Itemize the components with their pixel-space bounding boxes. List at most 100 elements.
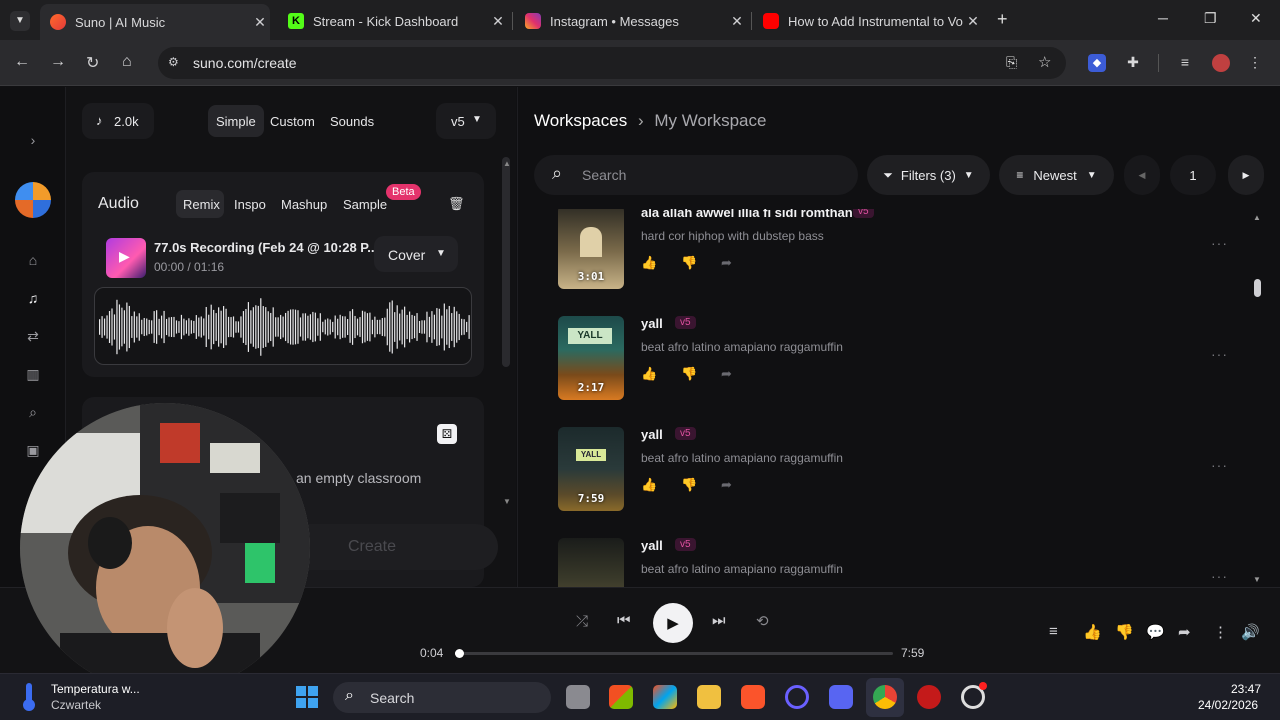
previous-track-icon[interactable]: ⏮	[617, 612, 631, 629]
waveform[interactable]	[94, 287, 472, 365]
bookmark-star-icon[interactable]: ☆	[1038, 53, 1051, 71]
song-artwork[interactable]	[558, 538, 624, 587]
media-control-icon[interactable]: ≡	[1176, 54, 1194, 72]
progress-slider[interactable]	[454, 649, 893, 658]
hub-nav-icon[interactable]: ▣	[24, 442, 42, 460]
cover-dropdown[interactable]: Cover ▼	[374, 236, 458, 272]
home-icon[interactable]: ⌂	[122, 53, 132, 71]
more-options-icon[interactable]: ···	[1211, 568, 1228, 584]
list-scroll-down-icon[interactable]: ▼	[1253, 575, 1261, 584]
more-options-icon[interactable]: ···	[1211, 346, 1228, 362]
extension-shield-icon[interactable]: ◆	[1088, 54, 1106, 72]
close-window-icon[interactable]: ✕	[1250, 10, 1262, 27]
profile-avatar[interactable]	[1212, 54, 1230, 72]
new-tab-button[interactable]: +	[997, 9, 1008, 30]
back-icon[interactable]: ←	[14, 53, 30, 71]
next-track-icon[interactable]: ⏭	[712, 612, 726, 629]
browser-menu-icon[interactable]: ⋮	[1246, 54, 1264, 72]
mode-simple-tab[interactable]: Simple	[216, 114, 256, 129]
thermometer-icon[interactable]	[22, 683, 36, 711]
install-app-icon[interactable]: ⎘	[1006, 54, 1017, 71]
inspo-tab[interactable]: Inspo	[234, 197, 266, 212]
tab-youtube[interactable]: How to Add Instrumental to Vo ✕	[753, 6, 983, 36]
close-tab-icon[interactable]: ✕	[488, 13, 508, 30]
page-number[interactable]: 1	[1170, 155, 1216, 195]
file-explorer-icon[interactable]	[697, 685, 721, 709]
tab-suno[interactable]: Suno | AI Music ✕	[40, 4, 270, 40]
extensions-puzzle-icon[interactable]: ✚	[1124, 54, 1142, 72]
comment-icon[interactable]: 💬	[1146, 623, 1165, 641]
sample-tab[interactable]: Sample	[343, 197, 387, 212]
more-options-icon[interactable]: ⋮	[1213, 623, 1228, 641]
thumbs-up-icon[interactable]: 👍	[641, 366, 681, 382]
song-title[interactable]: yall	[641, 538, 663, 553]
shuffle-icon[interactable]: ⤮	[576, 613, 588, 630]
filters-button[interactable]: ⏷ Filters (3) ▼	[867, 155, 990, 195]
play-button[interactable]: ▶	[653, 603, 693, 643]
list-scrollbar-thumb[interactable]	[1254, 279, 1261, 297]
mode-custom-tab[interactable]: Custom	[270, 114, 315, 129]
close-tab-icon[interactable]: ✕	[963, 13, 983, 30]
tab-kick[interactable]: K Stream - Kick Dashboard ✕	[278, 6, 508, 36]
search-nav-icon[interactable]: ⌕	[24, 404, 42, 422]
tab-search-button[interactable]: ▼	[10, 11, 30, 31]
sort-button[interactable]: ≡ Newest ▼	[999, 155, 1114, 195]
close-tab-icon[interactable]: ✕	[250, 14, 270, 31]
discord-icon[interactable]	[829, 685, 853, 709]
dislike-icon[interactable]: 👎	[1115, 623, 1134, 641]
clock-time[interactable]: 23:47	[1231, 682, 1261, 696]
breadcrumb-workspaces[interactable]: Workspaces	[534, 111, 627, 130]
song-title[interactable]: yall	[641, 427, 663, 442]
more-options-icon[interactable]: ···	[1211, 457, 1228, 473]
forward-icon[interactable]: →	[50, 53, 66, 71]
share-icon[interactable]: ➦	[721, 366, 761, 382]
thumbs-up-icon[interactable]: 👍	[641, 477, 681, 493]
song-artwork[interactable]: YALL 2:17	[558, 316, 624, 400]
studio-nav-icon[interactable]: ⇄	[24, 328, 42, 346]
like-icon[interactable]: 👍	[1083, 623, 1102, 641]
home-nav-icon[interactable]: ⌂	[24, 252, 42, 270]
prompt-text[interactable]: an empty classroom	[296, 470, 421, 486]
thumbs-down-icon[interactable]: 👎	[681, 477, 721, 493]
progress-knob[interactable]	[454, 649, 464, 658]
thumbs-down-icon[interactable]: 👎	[681, 255, 721, 271]
next-page-button[interactable]: ▶	[1228, 155, 1264, 195]
trash-icon[interactable]: 🗑	[448, 196, 465, 212]
widgets-icon[interactable]	[609, 685, 633, 709]
library-nav-icon[interactable]: ▥	[24, 366, 42, 384]
prev-page-button[interactable]: ◀	[1124, 155, 1160, 195]
model-selector[interactable]: v5 ▼	[436, 103, 496, 139]
close-tab-icon[interactable]: ✕	[727, 13, 747, 30]
song-title[interactable]: yall	[641, 316, 663, 331]
weather-title[interactable]: Temperatura w...	[51, 682, 140, 696]
address-bar[interactable]: ⚙ suno.com/create ⎘ ☆	[158, 47, 1066, 79]
song-artwork[interactable]: YALL 7:59	[558, 427, 624, 511]
site-info-icon[interactable]: ⚙	[168, 55, 179, 69]
song-row[interactable]: 3:01 ala allah awwel illia fi sidi romth…	[558, 209, 1258, 305]
mode-sounds-tab[interactable]: Sounds	[330, 114, 374, 129]
restore-icon[interactable]: ❐	[1204, 10, 1217, 27]
song-row[interactable]: YALL 7:59 yall v5 beat afro latino amapi…	[558, 427, 1258, 527]
share-icon[interactable]: ➦	[721, 255, 761, 271]
search-input[interactable]: ⌕ Search	[534, 155, 858, 195]
song-artwork[interactable]: 3:01	[558, 209, 624, 289]
task-view-icon[interactable]	[566, 685, 590, 709]
volume-icon[interactable]: 🔊	[1241, 623, 1260, 641]
app-circle-icon[interactable]	[785, 685, 809, 709]
minimize-icon[interactable]: ─	[1158, 10, 1168, 26]
remix-tab[interactable]: Remix	[183, 197, 220, 212]
song-row[interactable]: YALL 2:17 yall v5 beat afro latino amapi…	[558, 316, 1258, 416]
expand-sidebar-icon[interactable]: ›	[24, 132, 42, 150]
mashup-tab[interactable]: Mashup	[281, 197, 327, 212]
random-dice-icon[interactable]: ⚄	[437, 424, 457, 444]
credits-badge[interactable]: ♪ 2.0k	[82, 103, 154, 139]
create-panel-scrollbar[interactable]	[502, 157, 510, 367]
scroll-up-icon[interactable]: ▲	[503, 159, 511, 168]
url-text[interactable]: suno.com/create	[193, 55, 297, 71]
brave-browser-icon[interactable]	[741, 685, 765, 709]
scroll-down-icon[interactable]: ▼	[503, 497, 511, 506]
user-avatar[interactable]	[15, 182, 51, 218]
share-icon[interactable]: ➦	[721, 477, 761, 493]
queue-icon[interactable]: ≡	[1049, 623, 1058, 640]
clock-date[interactable]: 24/02/2026	[1198, 698, 1258, 712]
